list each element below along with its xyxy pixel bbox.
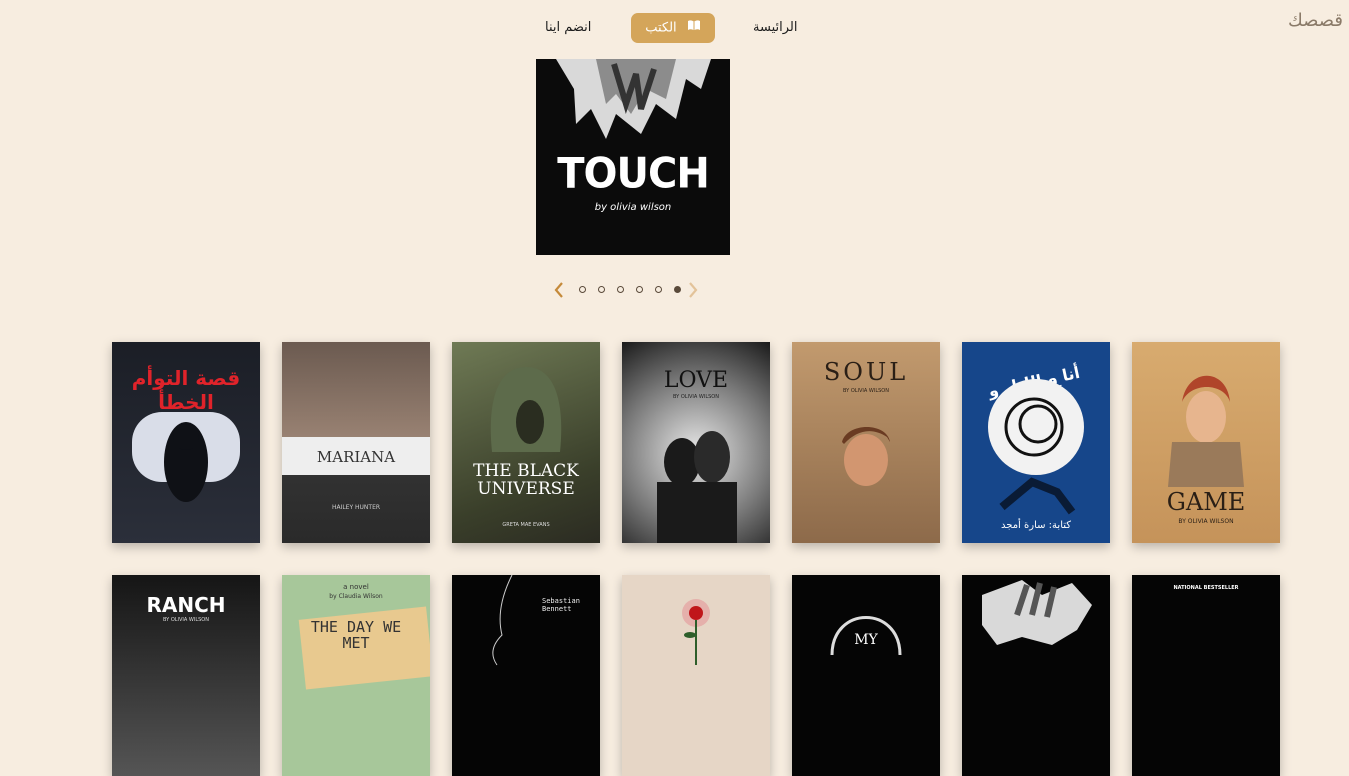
featured-title: TOUCH (557, 149, 710, 199)
carousel-dot-2[interactable] (598, 286, 605, 293)
book-card[interactable]: قصة التوأم الخطأ (112, 342, 260, 543)
hand-splash-art (982, 580, 1092, 645)
book-card[interactable]: MARIANA HAILEY HUNTER (282, 342, 430, 543)
book-card[interactable]: RANCH BY OLIVIA WILSON (112, 575, 260, 776)
nav-join-link[interactable]: انضم اينا (545, 13, 591, 43)
book-title: THE BLACK UNIVERSE (473, 461, 579, 499)
window-silhouette-art (132, 412, 240, 502)
carousel-next-icon[interactable] (686, 280, 700, 300)
carousel-dot-1[interactable] (579, 286, 586, 293)
book-author: by Claudia Wilson (329, 593, 383, 600)
main-nav: انضم اينا الكتب الرائيسة (531, 13, 815, 43)
book-card[interactable]: NATIONAL BESTSELLER (1132, 575, 1280, 776)
nav-home-link[interactable]: الرائيسة (753, 13, 797, 43)
book-pre-title: a novel (343, 583, 369, 591)
book-card[interactable]: MY (792, 575, 940, 776)
carousel-dot-4[interactable] (636, 286, 643, 293)
nav-books-label: الكتب (645, 20, 677, 36)
open-book-icon (687, 13, 701, 43)
book-author: GRETA MAE EVANS (502, 522, 550, 528)
book-card[interactable] (962, 575, 1110, 776)
hooded-figure-art (490, 367, 562, 452)
face-portrait-art (842, 427, 890, 486)
carousel-dot-3[interactable] (617, 286, 624, 293)
book-title: MARIANA (316, 448, 396, 466)
book-title: MY (854, 632, 878, 648)
book-title: RANCH (146, 593, 226, 617)
book-card[interactable]: أنا و الليل و أفكاري كتابة: سارة أمجد (962, 342, 1110, 543)
book-card[interactable]: GAME BY OLIVIA WILSON (1132, 342, 1280, 543)
book-card[interactable]: Sebastian Bennett (452, 575, 600, 776)
head-outline-art (830, 616, 902, 656)
carousel-dot-6[interactable] (674, 286, 681, 293)
book-title: NATIONAL BESTSELLER (1173, 585, 1239, 591)
book-card[interactable] (622, 575, 770, 776)
book-card[interactable]: LOVE BY OLIVIA WILSON (622, 342, 770, 543)
moon-scribble-art (988, 379, 1084, 515)
featured-author: by olivia wilson (594, 202, 672, 213)
book-author: BY OLIVIA WILSON (1178, 518, 1234, 525)
book-title: GAME (1166, 488, 1246, 516)
book-author: HAILEY HUNTER (331, 504, 381, 511)
profile-outline-art (492, 575, 513, 666)
brand-logo[interactable]: قصصك (1288, 10, 1343, 31)
nav-books-button[interactable]: الكتب (631, 13, 715, 43)
book-author: كتابة: سارة أمجد (1000, 520, 1072, 531)
book-title: THE DAY WE MET (310, 618, 402, 652)
book-card[interactable]: a novel by Claudia Wilson THE DAY WE MET (282, 575, 430, 776)
carousel-controls (552, 280, 702, 300)
book-card[interactable]: THE BLACK UNIVERSE GRETA MAE EVANS (452, 342, 600, 543)
carousel-dot-5[interactable] (655, 286, 662, 293)
couple-silhouette-art (657, 431, 737, 543)
book-card[interactable]: SOUL BY OLIVIA WILSON (792, 342, 940, 543)
carousel-prev-icon[interactable] (552, 280, 566, 300)
book-author: BY OLIVIA WILSON (163, 617, 209, 623)
featured-book-cover[interactable]: TOUCH by olivia wilson (536, 59, 730, 255)
rose-art (682, 599, 710, 665)
